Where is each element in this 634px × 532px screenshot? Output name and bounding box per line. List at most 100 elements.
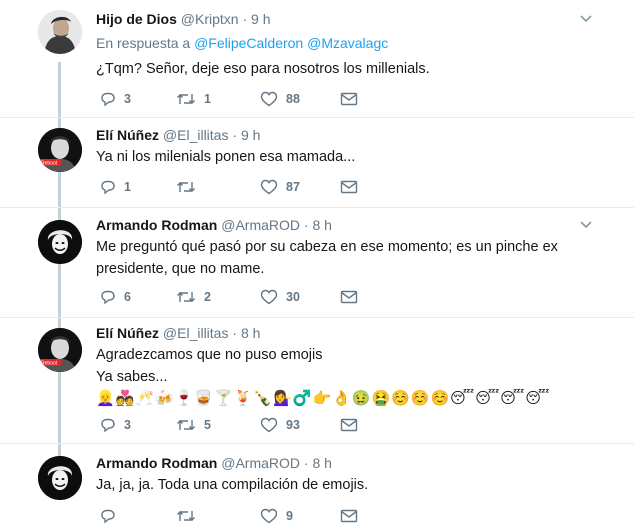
reply-prefix: En respuesta a [96,35,191,51]
tweet[interactable]: Hijo de Dios @Kriptxn · 9 h En respuesta… [0,0,634,118]
like-button[interactable]: 93 [260,417,300,433]
timestamp[interactable]: 8 h [312,217,331,233]
retweet-count: 2 [204,290,211,304]
tweet-line: Ya sabes... [96,369,168,385]
separator: · [303,455,309,471]
display-name[interactable]: Hijo de Dios [96,11,177,27]
reply-icon [101,290,115,305]
retweet-button[interactable]: 1 [176,91,211,107]
avatar-badge: Reboot [41,361,58,367]
timestamp[interactable]: 9 h [241,127,260,143]
avatar[interactable]: Reboot [38,328,82,372]
retweet-icon [177,420,195,430]
tweet[interactable]: Armando Rodman @ArmaROD · 8 h Me pregunt… [0,208,634,318]
avatar[interactable]: Reboot [38,128,82,172]
retweet-button[interactable] [176,508,204,524]
reply-count: 6 [124,290,131,304]
timestamp[interactable]: 8 h [241,325,260,341]
user-handle[interactable]: @El_illitas [163,127,229,143]
reply-icon [101,509,115,524]
display-name[interactable]: Elí Núñez [96,325,159,341]
heart-icon [260,289,278,305]
heart-icon [260,179,278,195]
avatar[interactable] [38,10,82,54]
envelope-icon [340,92,358,106]
like-count: 9 [286,509,293,523]
direct-message-button[interactable] [340,418,358,432]
like-button[interactable]: 87 [260,179,300,195]
user-handle[interactable]: @Kriptxn [181,11,239,27]
retweet-count: 5 [204,418,211,432]
reply-button[interactable]: 6 [100,289,131,305]
tweet-text: Ya ni los milenials ponen esa mamada... [96,146,614,168]
timestamp[interactable]: 9 h [251,11,270,27]
reply-button[interactable]: 1 [100,179,131,195]
reply-button[interactable] [100,508,124,524]
direct-message-button[interactable] [340,92,358,106]
retweet-button[interactable]: 5 [176,417,211,433]
retweet-icon [177,292,195,302]
reply-count: 3 [124,418,131,432]
tweet[interactable]: Reboot Elí Núñez @El_illitas · 8 h Agrad… [0,318,634,444]
separator: · [232,325,238,341]
tweet-header: Elí Núñez @El_illitas · 9 h [96,126,614,144]
separator: · [242,11,248,27]
retweet-icon [177,182,195,192]
chevron-down-icon[interactable] [578,216,594,232]
reply-count: 1 [124,180,131,194]
tweet-line: Me preguntó qué pasó por su cabeza en es… [96,239,558,255]
heart-icon [260,91,278,107]
mention-link[interactable]: @Mzavalagc [307,35,388,51]
avatar[interactable] [38,220,82,264]
retweet-icon [177,94,195,104]
emoji-row: 👱‍♀️💑🥂🍻🍷🥃🍸🍹🍾💁‍♀️♂️👉👌🤢🤮☺️☺️☺️😴😴😴😴 [96,390,551,407]
reply-count: 3 [124,92,131,106]
tweet-header: Elí Núñez @El_illitas · 8 h [96,324,614,342]
like-count: 88 [286,92,300,106]
tweet-text: Ja, ja, ja. Toda una compilación de emoj… [96,474,614,496]
envelope-icon [340,180,358,194]
retweet-icon [177,511,195,521]
separator: · [232,127,238,143]
tweet-line: Ya ni los milenials ponen esa mamada... [96,149,356,165]
display-name[interactable]: Armando Rodman [96,455,217,471]
tweet-header: Hijo de Dios @Kriptxn · 9 h [96,10,614,28]
reply-button[interactable]: 3 [100,91,131,107]
timestamp[interactable]: 8 h [312,455,331,471]
heart-icon [260,508,278,524]
tweet-line: ¿Tqm? Señor, deje eso para nosotros los … [96,61,430,77]
tweet-text: Agradezcamos que no puso emojis Ya sabes… [96,344,614,410]
user-handle[interactable]: @ArmaROD [221,217,300,233]
heart-icon [260,417,278,433]
direct-message-button[interactable] [340,509,358,523]
reply-icon [101,418,115,433]
tweet-text: ¿Tqm? Señor, deje eso para nosotros los … [96,58,614,80]
direct-message-button[interactable] [340,290,358,304]
tweet[interactable]: Reboot Elí Núñez @El_illitas · 9 h Ya ni… [0,118,634,208]
like-button[interactable]: 9 [260,508,293,524]
like-count: 30 [286,290,300,304]
like-count: 93 [286,418,300,432]
reply-button[interactable]: 3 [100,417,131,433]
user-handle[interactable]: @El_illitas [163,325,229,341]
separator: · [303,217,309,233]
like-button[interactable]: 88 [260,91,300,107]
display-name[interactable]: Armando Rodman [96,217,217,233]
avatar[interactable] [38,456,82,500]
like-button[interactable]: 30 [260,289,300,305]
reply-icon [101,92,115,107]
retweet-button[interactable] [176,179,204,195]
envelope-icon [340,509,358,523]
retweet-button[interactable]: 2 [176,289,211,305]
tweet[interactable]: Armando Rodman @ArmaROD · 8 h Ja, ja, ja… [0,444,634,532]
like-count: 87 [286,180,300,194]
chevron-down-icon[interactable] [578,10,594,26]
user-handle[interactable]: @ArmaROD [221,455,300,471]
reply-context: En respuesta a @FelipeCalderon @Mzavalag… [96,34,614,52]
reply-icon [101,180,115,195]
direct-message-button[interactable] [340,180,358,194]
avatar-badge: Reboot [41,161,58,167]
display-name[interactable]: Elí Núñez [96,127,159,143]
tweet-line: Agradezcamos que no puso emojis [96,347,323,363]
mention-link[interactable]: @FelipeCalderon [194,35,303,51]
